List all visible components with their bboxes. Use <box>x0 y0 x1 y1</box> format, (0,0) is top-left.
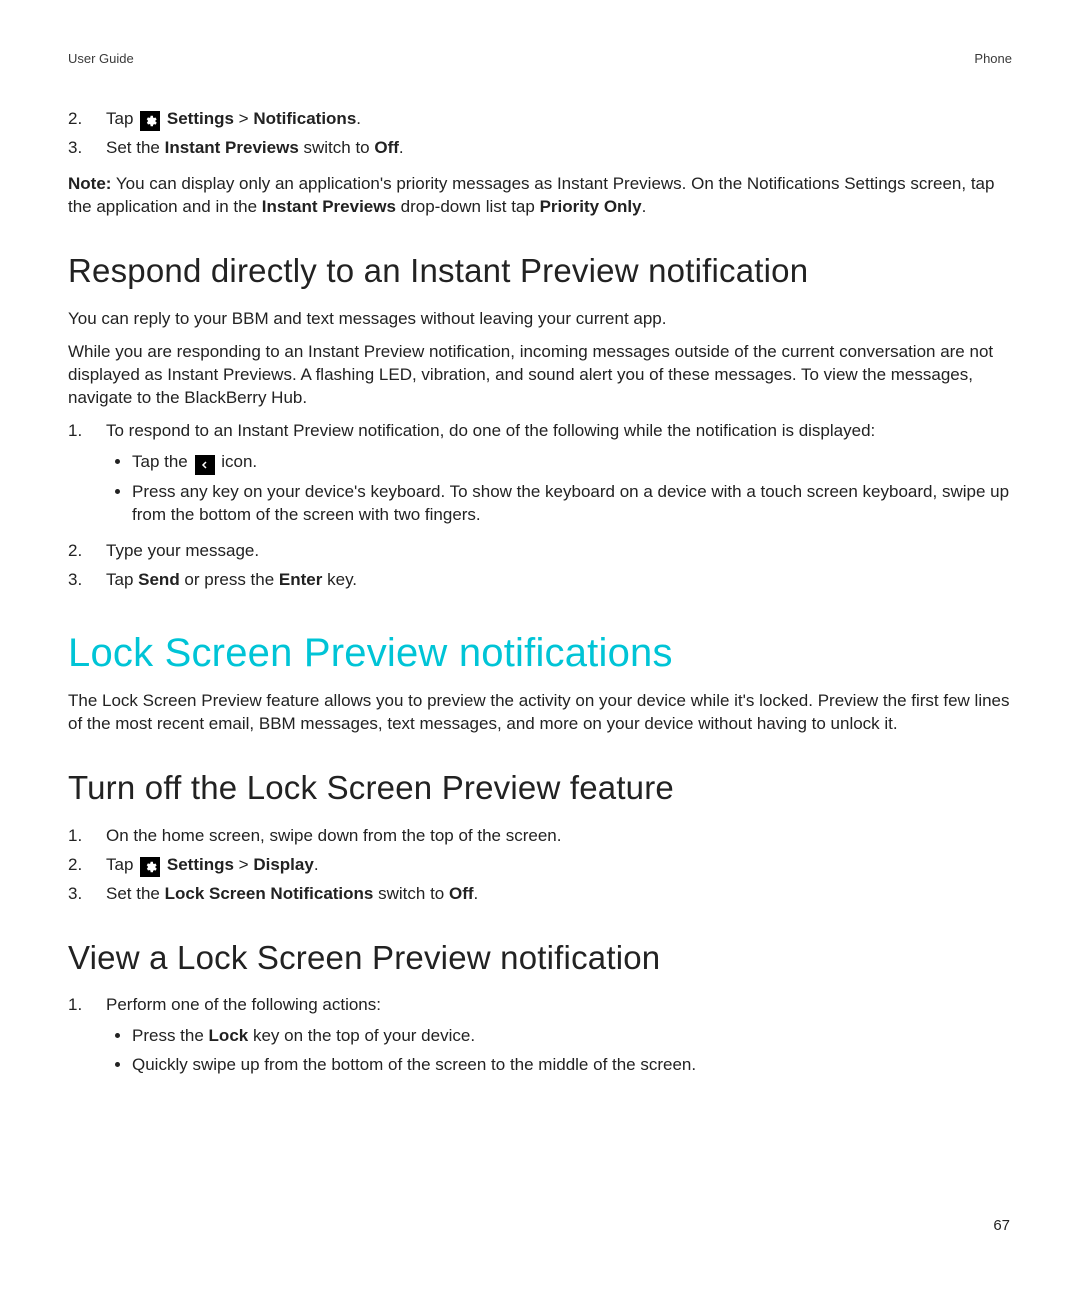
step-body: To respond to an Instant Preview notific… <box>106 420 1012 535</box>
step-body: On the home screen, swipe down from the … <box>106 825 1012 848</box>
breadcrumb-part: Display <box>253 855 313 874</box>
step-body: Tap Settings > Display. <box>106 854 1012 877</box>
respond-steps: 1. To respond to an Instant Preview noti… <box>68 420 1012 593</box>
bullet-list: Tap the icon. Press any key on your devi… <box>106 451 1012 527</box>
step-body: Set the Instant Previews switch to Off. <box>106 137 1012 160</box>
breadcrumb-part: Settings <box>167 109 234 128</box>
step-number: 3. <box>68 137 106 160</box>
step-item: 2. Tap Settings > Notifications. <box>68 108 1012 131</box>
paragraph: The Lock Screen Preview feature allows y… <box>68 690 1012 736</box>
step-number: 2. <box>68 540 106 563</box>
list-item: Quickly swipe up from the bottom of the … <box>132 1054 1012 1077</box>
step-item: 2. Tap Settings > Display. <box>68 854 1012 877</box>
document-page: User Guide Phone 2. Tap Settings > Notif… <box>0 0 1080 1296</box>
breadcrumb-sep: > <box>239 109 254 128</box>
step-item: 3. Tap Send or press the Enter key. <box>68 569 1012 592</box>
list-item: Press the Lock key on the top of your de… <box>132 1025 1012 1048</box>
heading-lock-screen-preview: Lock Screen Preview notifications <box>68 626 1012 680</box>
breadcrumb-part: Notifications <box>253 109 356 128</box>
header-left: User Guide <box>68 50 134 68</box>
turnoff-steps: 1. On the home screen, swipe down from t… <box>68 825 1012 906</box>
step-number: 2. <box>68 854 106 877</box>
step-item: 3. Set the Lock Screen Notifications swi… <box>68 883 1012 906</box>
step-item: 3. Set the Instant Previews switch to Of… <box>68 137 1012 160</box>
step-body: Tap Settings > Notifications. <box>106 108 1012 131</box>
step-body: Type your message. <box>106 540 1012 563</box>
step-number: 3. <box>68 883 106 906</box>
note-label: Note: <box>68 174 111 193</box>
step-item: 1. On the home screen, swipe down from t… <box>68 825 1012 848</box>
reply-arrow-icon <box>195 455 215 475</box>
breadcrumb-part: Settings <box>167 855 234 874</box>
step-item: 1. To respond to an Instant Preview noti… <box>68 420 1012 535</box>
step-item: 2. Type your message. <box>68 540 1012 563</box>
step-number: 1. <box>68 825 106 848</box>
step-number: 3. <box>68 569 106 592</box>
step-body: Set the Lock Screen Notifications switch… <box>106 883 1012 906</box>
settings-gear-icon <box>140 857 160 877</box>
bullet-list: Press the Lock key on the top of your de… <box>106 1025 1012 1077</box>
step-number: 2. <box>68 108 106 131</box>
page-number: 67 <box>993 1216 1010 1236</box>
heading-view-lock-preview: View a Lock Screen Preview notification <box>68 936 1012 981</box>
view-steps: 1. Perform one of the following actions:… <box>68 994 1012 1085</box>
heading-respond: Respond directly to an Instant Preview n… <box>68 249 1012 294</box>
list-item: Press any key on your device's keyboard.… <box>132 481 1012 527</box>
instant-preview-off-steps: 2. Tap Settings > Notifications. 3. Set … <box>68 108 1012 160</box>
settings-gear-icon <box>140 111 160 131</box>
page-header: User Guide Phone <box>68 50 1012 68</box>
step-number: 1. <box>68 420 106 535</box>
heading-turn-off-lock-preview: Turn off the Lock Screen Preview feature <box>68 766 1012 811</box>
note-paragraph: Note: You can display only an applicatio… <box>68 173 1012 219</box>
step-body: Perform one of the following actions: Pr… <box>106 994 1012 1085</box>
paragraph: You can reply to your BBM and text messa… <box>68 308 1012 331</box>
breadcrumb-sep: > <box>239 855 254 874</box>
paragraph: While you are responding to an Instant P… <box>68 341 1012 410</box>
step-body: Tap Send or press the Enter key. <box>106 569 1012 592</box>
step-item: 1. Perform one of the following actions:… <box>68 994 1012 1085</box>
list-item: Tap the icon. <box>132 451 1012 475</box>
header-right: Phone <box>974 50 1012 68</box>
step-number: 1. <box>68 994 106 1085</box>
